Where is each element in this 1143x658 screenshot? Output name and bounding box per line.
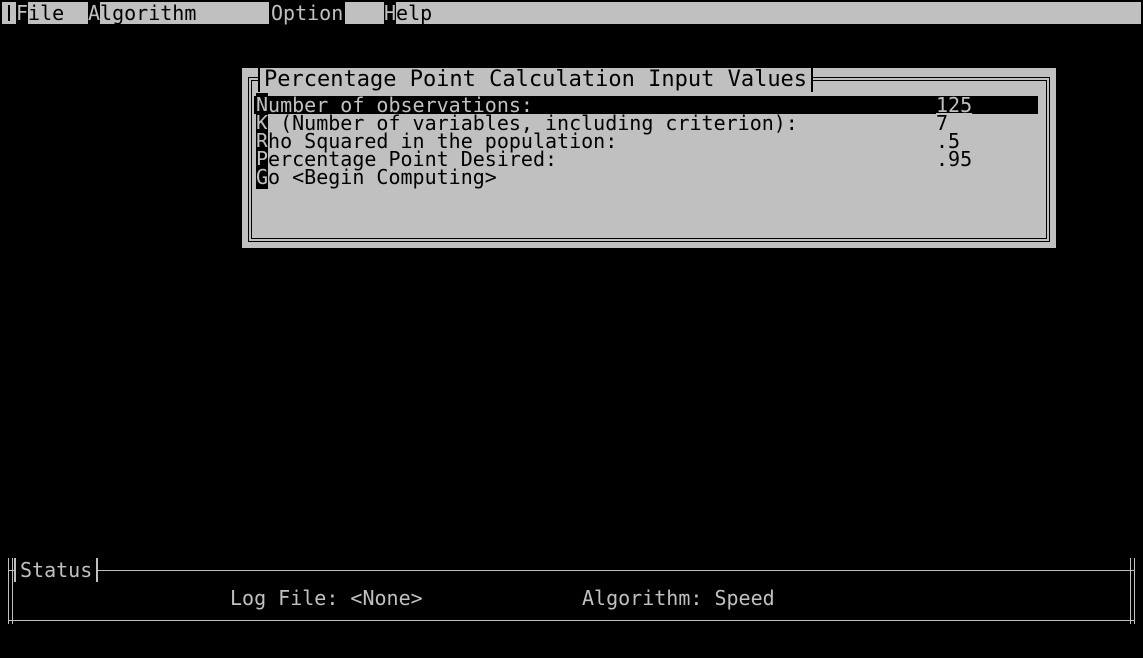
- menu-file-hotkey: F: [16, 1, 29, 25]
- field-label: Go <Begin Computing>: [256, 165, 497, 189]
- dialog-title: Percentage Point Calculation Input Value…: [258, 68, 814, 92]
- menu-algorithm[interactable]: Algorithm: [88, 1, 197, 25]
- status-algorithm: Algorithm: Speed: [582, 586, 775, 610]
- status-border-right-inner: [1130, 558, 1131, 624]
- status-log-file: Log File: <None>: [230, 586, 423, 610]
- menu-algorithm-hotkey: A: [88, 1, 101, 25]
- status-border-top: [8, 570, 1135, 571]
- menu-help-hotkey: H: [384, 1, 397, 25]
- field-hotkey: G: [256, 165, 269, 189]
- menu-file[interactable]: File: [16, 1, 65, 25]
- menu-option-label: ption: [283, 1, 344, 25]
- status-border-right: [1134, 558, 1135, 624]
- menu-option-hotkey: O: [271, 1, 284, 25]
- status-border-left: [8, 558, 9, 624]
- field-label-text: o <Begin Computing>: [268, 165, 497, 189]
- dos-screen: File Algorithm Option Help Percentage Po…: [0, 0, 1143, 658]
- status-panel: Status Log File: <None> Algorithm: Speed: [2, 558, 1141, 624]
- menu-help-label: elp: [396, 1, 433, 25]
- menu-help[interactable]: Help: [384, 1, 433, 25]
- status-border-left-inner: [12, 558, 13, 624]
- go-begin-computing-button[interactable]: Go <Begin Computing>: [254, 165, 1038, 189]
- status-border-bottom: [8, 620, 1135, 621]
- field-value[interactable]: .95: [936, 149, 972, 169]
- input-values-dialog: Percentage Point Calculation Input Value…: [242, 68, 1056, 248]
- menu-algorithm-label: lgorithm: [100, 1, 197, 25]
- menu-bar-edge: [8, 5, 10, 21]
- menu-option[interactable]: Option: [269, 1, 346, 25]
- status-title: Status: [14, 558, 99, 582]
- menu-bar: File Algorithm Option Help: [2, 1, 1141, 25]
- menu-file-label: ile: [28, 1, 65, 25]
